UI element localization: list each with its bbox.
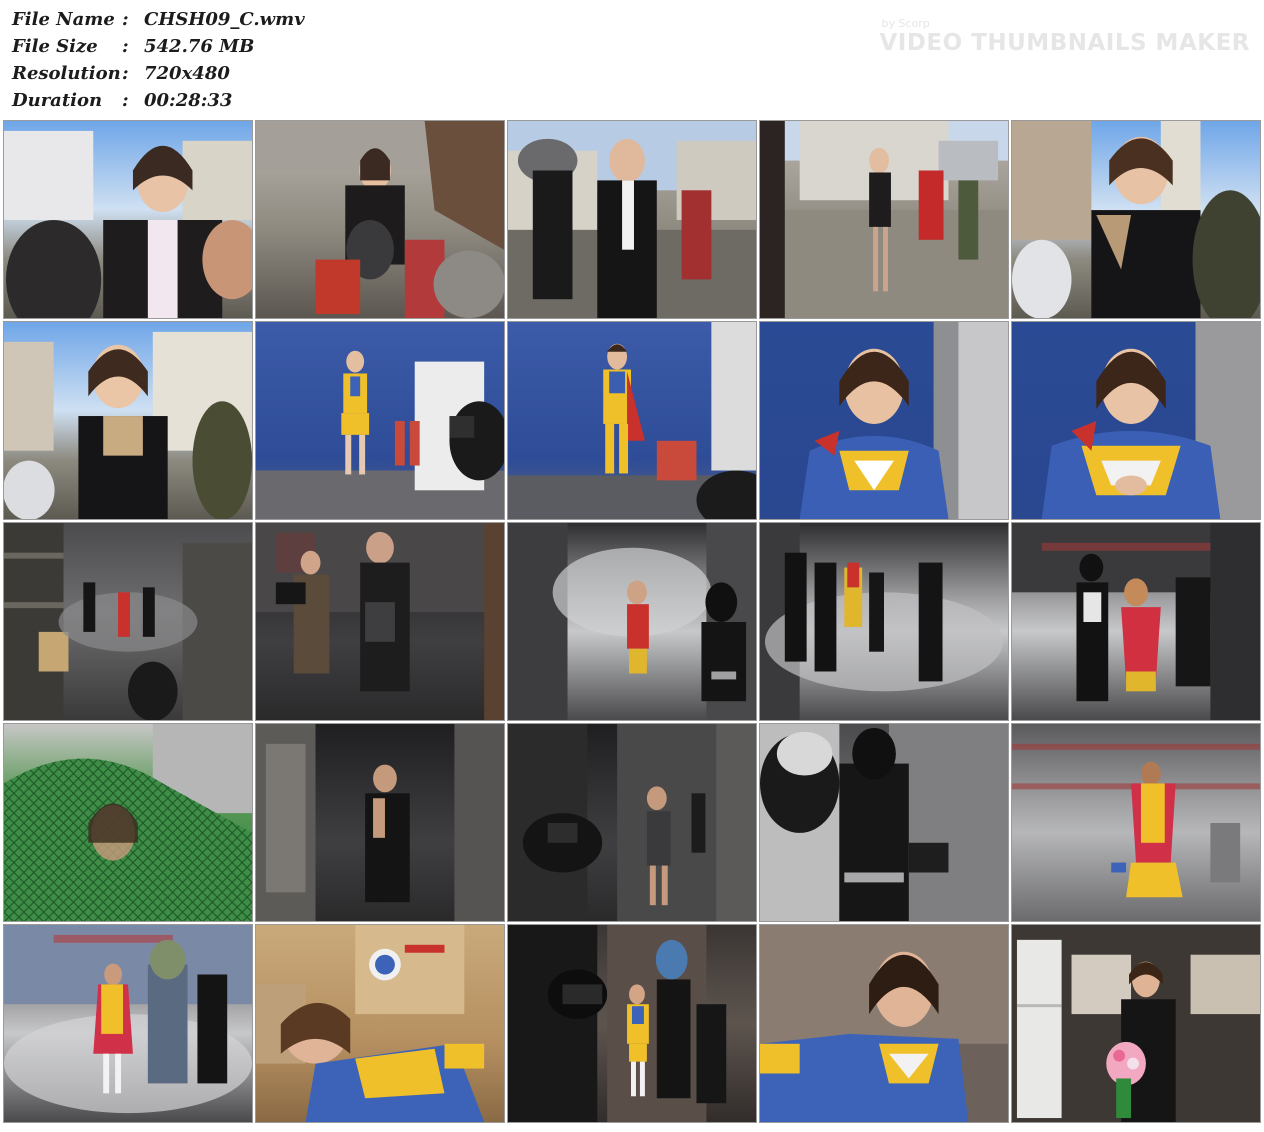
- thumbnail-frame[interactable]: [1011, 723, 1261, 922]
- thumbnail-frame[interactable]: [759, 723, 1009, 922]
- thumbnail-frame[interactable]: [759, 522, 1009, 721]
- resolution-value: 720x480: [144, 63, 230, 84]
- frame-image: [508, 523, 756, 720]
- frame-image: [1012, 925, 1260, 1122]
- thumbnail-frame[interactable]: [759, 321, 1009, 520]
- frame-image: [4, 724, 252, 921]
- frame-image: [256, 925, 485, 1122]
- thumbnail-frame[interactable]: [507, 723, 757, 922]
- frame-image: [4, 331, 252, 519]
- thumbnail-frame[interactable]: [255, 522, 505, 721]
- frame-image: [760, 523, 1004, 720]
- resolution-label: Resolution: [12, 63, 121, 84]
- thumbnail-frame[interactable]: [759, 120, 1009, 319]
- thumbnail-frame[interactable]: [3, 924, 253, 1123]
- file-info-panel: File Name : CHSH09_C.wmv File Size : 542…: [12, 6, 342, 114]
- watermark-byline: by Scorp: [881, 17, 930, 30]
- frame-image: [760, 724, 1008, 921]
- thumbnail-frame[interactable]: [255, 321, 505, 520]
- thumbnail-frame[interactable]: [255, 723, 505, 922]
- thumbnail-frame[interactable]: [1011, 120, 1261, 319]
- thumbnail-frame[interactable]: [507, 522, 757, 721]
- thumbnail-frame[interactable]: [255, 120, 505, 319]
- frame-image: [760, 121, 1008, 318]
- frame-image: [256, 121, 504, 318]
- frame-image: [799, 322, 1008, 519]
- frame-image: [508, 724, 756, 921]
- file-name-value: CHSH09_C.wmv: [144, 9, 305, 30]
- resolution-row: Resolution : 720x480: [12, 60, 342, 87]
- file-size-row: File Size : 542.76 MB: [12, 33, 342, 60]
- thumbnail-frame[interactable]: [1011, 321, 1261, 520]
- file-size-label: File Size: [12, 36, 98, 57]
- frame-image: [4, 925, 252, 1114]
- frame-image: [1012, 523, 1260, 720]
- thumbnail-frame[interactable]: [1011, 522, 1261, 721]
- frame-image: [760, 925, 1008, 1122]
- file-size-value: 542.76 MB: [144, 36, 255, 57]
- thumbnail-frame[interactable]: [1011, 924, 1261, 1123]
- thumbnail-frame[interactable]: [3, 120, 253, 319]
- file-name-label: File Name: [12, 9, 115, 30]
- thumbnail-frame[interactable]: [759, 924, 1009, 1123]
- duration-row: Duration : 00:28:33: [12, 87, 342, 114]
- separator: :: [122, 63, 129, 84]
- file-name-row: File Name : CHSH09_C.wmv: [12, 6, 342, 33]
- thumbnail-frame[interactable]: [507, 924, 757, 1123]
- frame-image: [1041, 322, 1260, 519]
- frame-image: [508, 322, 756, 519]
- frame-image: [1012, 724, 1260, 921]
- thumbnail-frame[interactable]: [255, 924, 505, 1123]
- frame-image: [256, 350, 504, 519]
- frame-image: [256, 724, 504, 921]
- frame-image: [4, 523, 252, 720]
- separator: :: [122, 90, 129, 111]
- frame-image: [256, 523, 504, 720]
- duration-value: 00:28:33: [144, 90, 233, 111]
- thumbnail-frame[interactable]: [507, 120, 757, 319]
- frame-image: [4, 130, 252, 318]
- thumbnail-frame[interactable]: [3, 723, 253, 922]
- separator: :: [122, 9, 129, 30]
- watermark-logo: by Scorp VIDEO THUMBNAILS MAKER: [879, 17, 1250, 57]
- separator: :: [122, 36, 129, 57]
- thumbnail-grid: [3, 120, 1261, 1126]
- duration-label: Duration: [12, 90, 103, 111]
- frame-image: [508, 925, 727, 1122]
- watermark-title: VIDEO THUMBNAILS MAKER: [879, 30, 1250, 56]
- frame-image: [508, 121, 756, 318]
- thumbnail-frame[interactable]: [3, 321, 253, 520]
- thumbnail-frame[interactable]: [3, 522, 253, 721]
- thumbnail-frame[interactable]: [507, 321, 757, 520]
- frame-image: [1012, 121, 1260, 318]
